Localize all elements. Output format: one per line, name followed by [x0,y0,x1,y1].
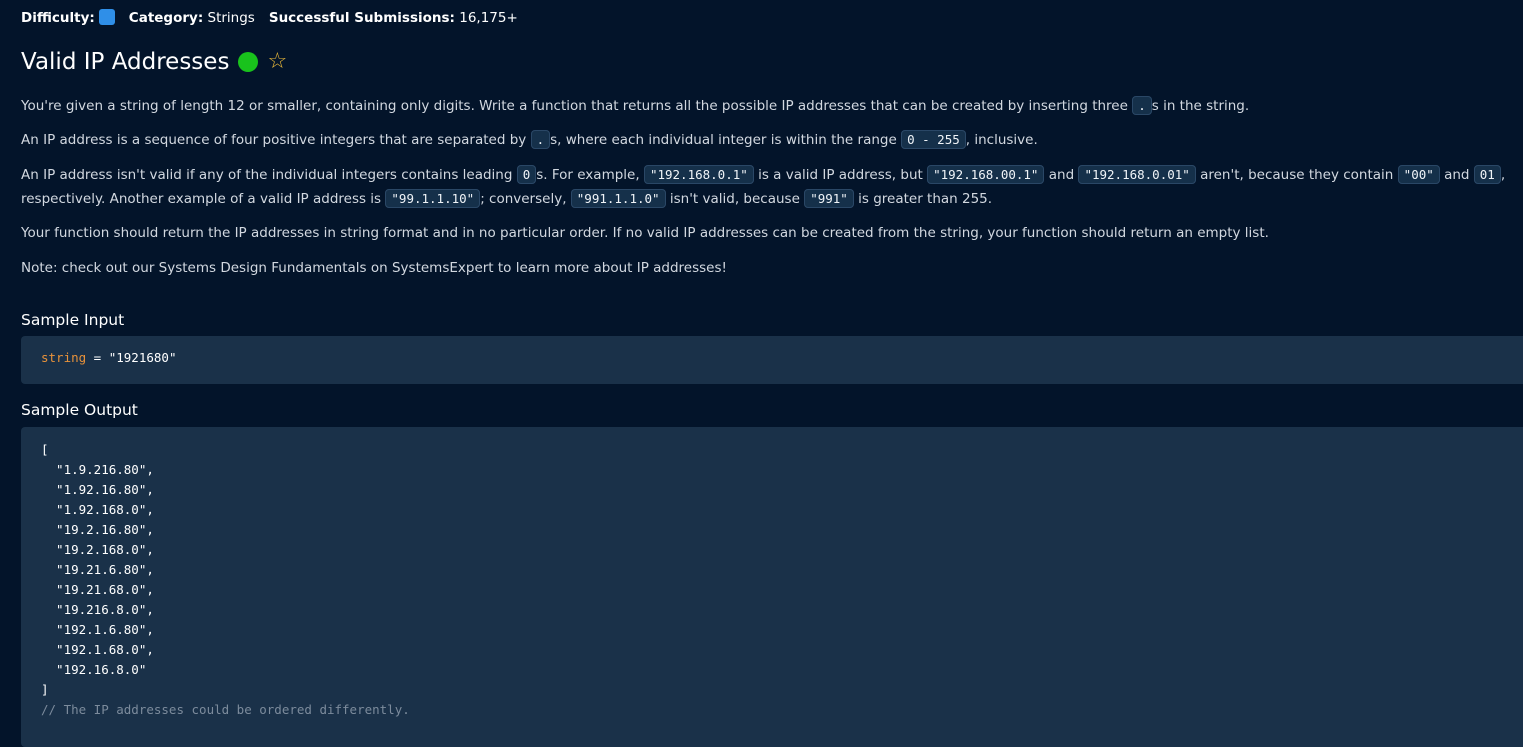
output-item: "192.16.8.0" [41,662,147,677]
input-equals: = [86,350,109,365]
page-title: Valid IP Addresses [21,49,230,75]
category: Category: Strings [129,10,255,26]
paragraph-text: s. For example, [536,167,644,183]
paragraph-text: s, where each individual integer is with… [550,132,902,148]
category-value: Strings [207,9,255,26]
output-close-bracket: ] [41,682,49,697]
sample-input-heading: Sample Input [21,311,125,329]
sample-output-heading: Sample Output [21,401,138,419]
inline-code: "192.168.0.01" [1078,165,1196,184]
completed-status-icon [238,52,259,72]
submissions-value: 16,175+ [459,9,518,26]
description-paragraph: Note: check out our Systems Design Funda… [21,256,1511,280]
problem-title-row: Valid IP Addresses ☆ [21,49,287,75]
output-item: "1.9.216.80", [41,462,154,477]
output-item: "19.2.168.0", [41,542,154,557]
output-open-bracket: [ [41,442,49,457]
inline-code: 01 [1473,165,1501,184]
paragraph-text: and [1044,167,1079,183]
paragraph-text: An IP address isn't valid if any of the … [21,167,517,183]
paragraph-text: ; conversely, [480,191,571,207]
category-label: Category: [128,9,204,26]
output-item: "1.92.16.80", [41,482,154,497]
paragraph-text: is greater than 255. [853,191,993,207]
submissions-label: Successful Submissions: [268,9,455,26]
inline-code: 0 - 255 [901,130,966,149]
inline-code: 0 [516,165,537,184]
paragraph-text: An IP address is a sequence of four posi… [21,132,531,148]
submissions: Successful Submissions: 16,175+ [269,10,518,26]
input-value: "1921680" [108,350,177,365]
inline-code: "99.1.1.10" [385,189,481,208]
output-item: "192.1.6.80", [41,622,154,637]
paragraph-text: aren't, because they contain [1195,167,1398,183]
inline-code: "991" [804,189,854,208]
inline-code: . [1132,96,1152,115]
input-variable: string [41,350,87,365]
paragraph-text: Note: check out our Systems Design Funda… [21,260,727,276]
output-item: "19.21.68.0", [41,582,154,597]
sample-output-block: [ "1.9.216.80", "1.92.16.80", "1.92.168.… [21,427,1523,747]
description-paragraph: An IP address is a sequence of four posi… [21,128,1511,152]
output-comment: // The IP addresses could be ordered dif… [41,702,410,717]
paragraph-text: and [1439,167,1474,183]
output-item: "19.2.16.80", [41,522,154,537]
paragraph-text: , inclusive. [965,132,1038,148]
output-item: "1.92.168.0", [41,502,154,517]
output-item: "19.216.8.0", [41,602,154,617]
inline-code: "192.168.00.1" [927,165,1045,184]
difficulty-label: Difficulty: [21,10,95,26]
description-paragraph: Your function should return the IP addre… [21,221,1511,245]
paragraph-text: s in the string. [1151,98,1250,114]
difficulty-badge-icon [98,9,115,25]
paragraph-text: You're given a string of length 12 or sm… [21,98,1133,114]
star-icon[interactable]: ☆ [267,51,287,73]
paragraph-text: is a valid IP address, but [753,167,928,183]
description-paragraph: An IP address isn't valid if any of the … [21,163,1511,211]
problem-meta: Difficulty: Category: Strings Successful… [21,9,518,26]
inline-code: "00" [1397,165,1440,184]
inline-code: . [530,130,551,149]
inline-code: "991.1.1.0" [570,189,666,208]
output-item: "192.1.68.0", [41,642,154,657]
difficulty: Difficulty: [21,9,115,26]
paragraph-text: Your function should return the IP addre… [21,225,1269,241]
paragraph-text: isn't valid, because [665,191,805,207]
output-item: "19.21.6.80", [41,562,154,577]
sample-input-block: string = "1921680" [21,336,1523,384]
inline-code: "192.168.0.1" [643,165,754,184]
description-paragraph: You're given a string of length 12 or sm… [21,94,1511,118]
